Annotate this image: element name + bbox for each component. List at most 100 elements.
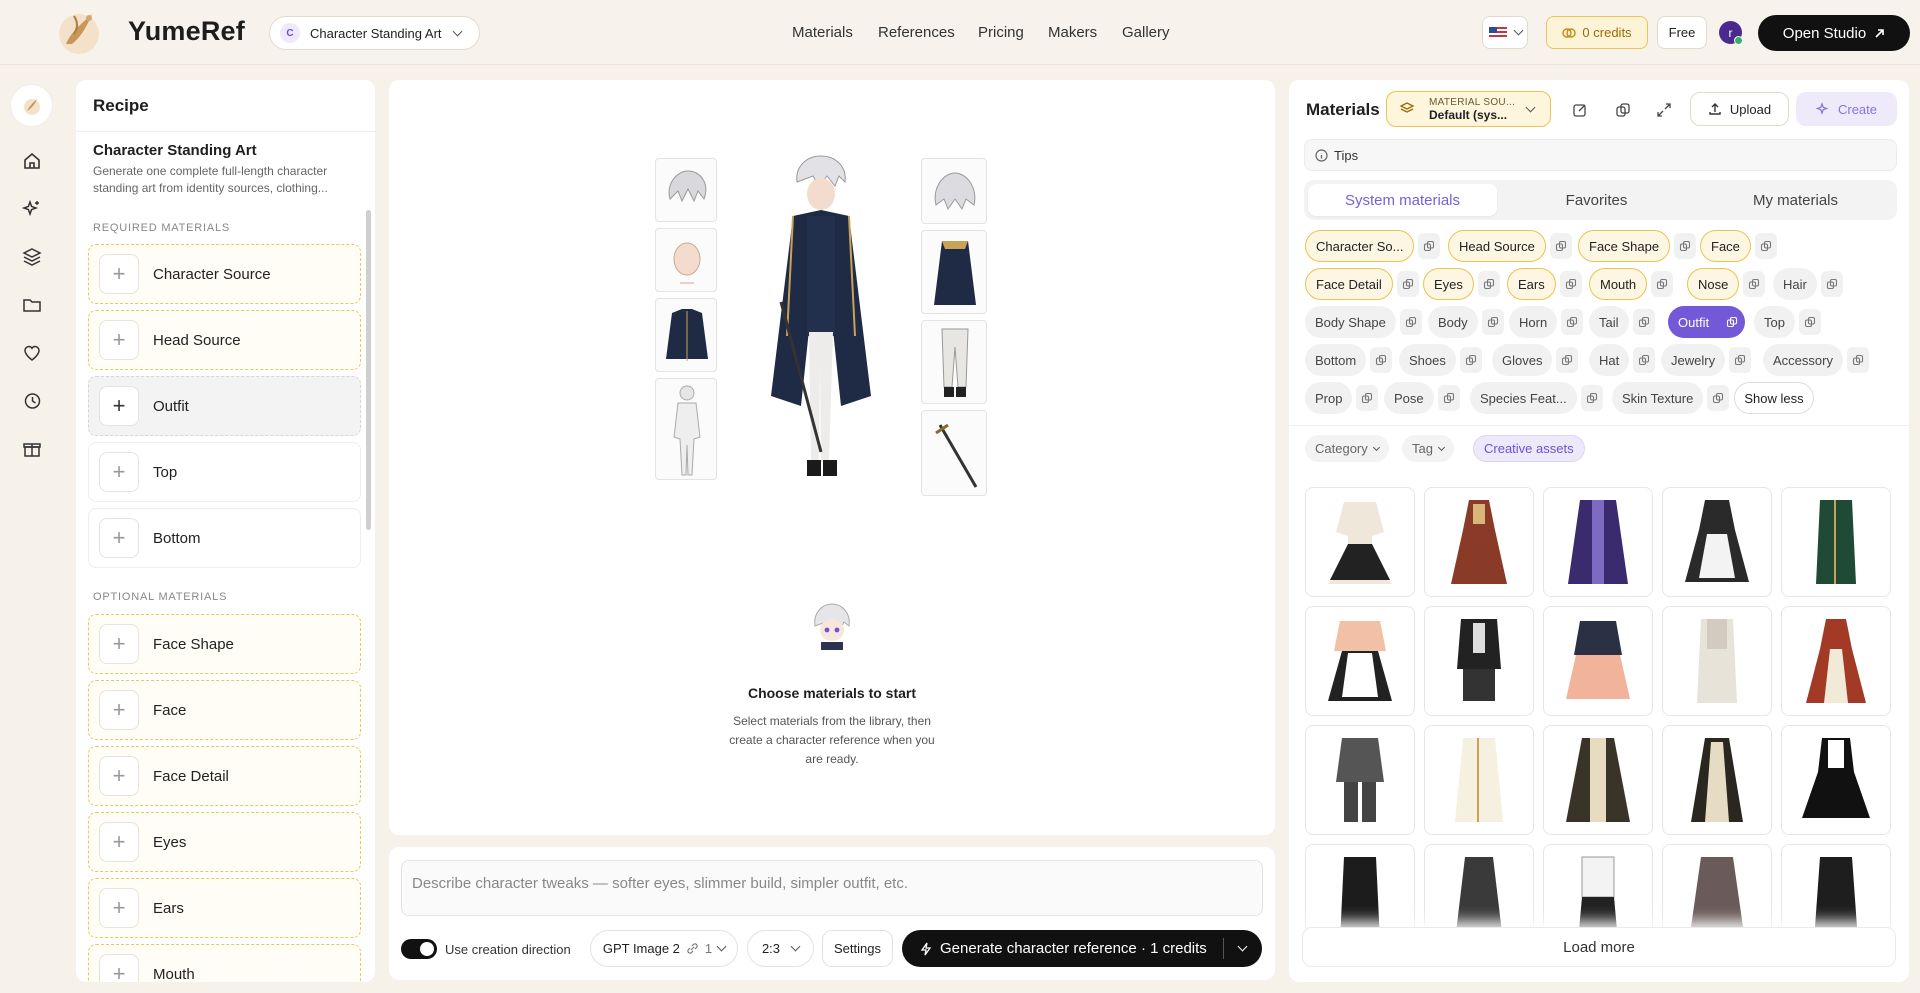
language-selector[interactable] [1482, 16, 1528, 49]
chip-mouth[interactable]: Mouth [1589, 268, 1674, 300]
recipe-selector[interactable]: C Character Standing Art [269, 16, 480, 50]
chip-skin-texture[interactable]: Skin Texture [1612, 382, 1730, 414]
copy-icon[interactable] [1580, 385, 1603, 411]
plan-badge[interactable]: Free [1657, 16, 1707, 49]
brand-logo[interactable] [52, 4, 104, 58]
copy-icon[interactable] [1556, 347, 1579, 373]
material-tile[interactable] [1543, 606, 1653, 716]
copy-icon[interactable] [1674, 233, 1697, 259]
chip-nose[interactable]: Nose [1687, 268, 1766, 300]
sparkle-icon[interactable] [20, 197, 44, 221]
chip-jewelry[interactable]: Jewelry [1661, 344, 1752, 376]
prompt-input[interactable]: Describe character tweaks — softer eyes,… [401, 860, 1263, 916]
category-filter[interactable]: Category [1305, 435, 1389, 462]
material-tile[interactable] [1424, 606, 1534, 716]
chip-prop[interactable]: Prop [1305, 382, 1379, 414]
creative-assets-filter[interactable]: Creative assets [1473, 435, 1585, 462]
slot-bottom[interactable]: + Bottom [88, 508, 361, 568]
scrollbar[interactable] [366, 210, 371, 530]
slot-head-source[interactable]: + Head Source [88, 310, 361, 370]
copy-icon[interactable] [1559, 271, 1582, 297]
material-tile[interactable] [1424, 725, 1534, 835]
chip-pose[interactable]: Pose [1384, 382, 1460, 414]
chip-face-shape[interactable]: Face Shape [1578, 230, 1697, 262]
material-tile[interactable] [1662, 606, 1772, 716]
chip-outfit[interactable]: Outfit [1668, 306, 1746, 338]
generate-button[interactable]: Generate character reference · 1 credits [902, 930, 1262, 967]
chip-accessory[interactable]: Accessory [1763, 344, 1869, 376]
copy-icon[interactable] [1820, 271, 1843, 297]
heart-icon[interactable] [20, 341, 44, 365]
show-less-button[interactable]: Show less [1734, 382, 1814, 414]
chip-head-source[interactable]: Head Source [1448, 230, 1572, 262]
material-tile[interactable] [1305, 487, 1415, 597]
credits-button[interactable]: 0 credits [1546, 16, 1648, 49]
settings-button[interactable]: Settings [822, 930, 893, 967]
chip-gloves[interactable]: Gloves [1492, 344, 1579, 376]
folder-icon[interactable] [20, 293, 44, 317]
upload-button[interactable]: Upload [1690, 92, 1789, 126]
chip-horn[interactable]: Horn [1509, 306, 1584, 338]
copy-icon[interactable] [1396, 271, 1419, 297]
nav-gallery[interactable]: Gallery [1122, 24, 1170, 41]
slot-character-source[interactable]: + Character Source [88, 244, 361, 304]
aspect-ratio-selector[interactable]: 2:3 [747, 930, 814, 967]
copy-icon[interactable] [1651, 271, 1674, 297]
slot-top[interactable]: + Top [88, 442, 361, 502]
chip-bottom[interactable]: Bottom [1305, 344, 1393, 376]
copy-icon[interactable] [1561, 309, 1584, 335]
copy-icon[interactable] [1437, 385, 1460, 411]
slot-face[interactable]: + Face [88, 680, 361, 740]
chip-character-source[interactable]: Character So... [1305, 230, 1441, 262]
slot-outfit[interactable]: + Outfit [88, 376, 361, 436]
material-tile[interactable] [1424, 487, 1534, 597]
copy-icon[interactable] [1356, 385, 1379, 411]
chip-hat[interactable]: Hat [1589, 344, 1656, 376]
chip-species-features[interactable]: Species Feat... [1470, 382, 1603, 414]
copy-icon[interactable] [1418, 233, 1441, 259]
rail-logo[interactable] [10, 84, 53, 127]
material-tile[interactable] [1781, 487, 1891, 597]
avatar[interactable]: r [1719, 21, 1743, 45]
load-more-button[interactable]: Load more [1302, 927, 1896, 967]
slot-eyes[interactable]: + Eyes [88, 812, 361, 872]
gift-icon[interactable] [20, 437, 44, 461]
slot-mouth[interactable]: + Mouth [88, 944, 361, 982]
chip-ears[interactable]: Ears [1507, 268, 1582, 300]
slot-face-detail[interactable]: + Face Detail [88, 746, 361, 806]
brand-name[interactable]: YumeRef [128, 16, 245, 47]
copy-icon[interactable] [1798, 309, 1821, 335]
nav-pricing[interactable]: Pricing [978, 24, 1024, 41]
chip-body[interactable]: Body [1428, 306, 1504, 338]
copy-icon[interactable] [1549, 233, 1572, 259]
tab-system-materials[interactable]: System materials [1308, 184, 1497, 216]
copy-icon[interactable] [1633, 347, 1656, 373]
material-tile[interactable] [1305, 725, 1415, 835]
chip-tail[interactable]: Tail [1589, 306, 1655, 338]
chip-shoes[interactable]: Shoes [1399, 344, 1482, 376]
open-studio-button[interactable]: Open Studio [1758, 15, 1910, 51]
creation-direction-toggle[interactable] [401, 939, 437, 959]
material-tile[interactable] [1662, 487, 1772, 597]
copy-icon[interactable] [1846, 347, 1869, 373]
material-tile[interactable] [1543, 487, 1653, 597]
material-tile[interactable] [1305, 606, 1415, 716]
home-icon[interactable] [20, 149, 44, 173]
layers-icon[interactable] [20, 245, 44, 269]
material-tile[interactable] [1781, 725, 1891, 835]
copy-icon[interactable] [1743, 271, 1766, 297]
copy-icon[interactable] [1754, 233, 1777, 259]
copy-icon[interactable] [1481, 309, 1504, 335]
nav-makers[interactable]: Makers [1048, 24, 1097, 41]
model-selector[interactable]: GPT Image 2 1 [590, 930, 738, 967]
material-tile[interactable] [1662, 725, 1772, 835]
material-tile[interactable] [1781, 606, 1891, 716]
tips-bar[interactable]: Tips [1304, 139, 1897, 171]
copy-icon[interactable] [1399, 309, 1422, 335]
tab-my-materials[interactable]: My materials [1701, 184, 1890, 216]
copy-icon[interactable] [1707, 385, 1730, 411]
chip-hair[interactable]: Hair [1773, 268, 1843, 300]
chip-eyes[interactable]: Eyes [1423, 268, 1500, 300]
chip-body-shape[interactable]: Body Shape [1305, 306, 1422, 338]
chip-face[interactable]: Face [1700, 230, 1777, 262]
